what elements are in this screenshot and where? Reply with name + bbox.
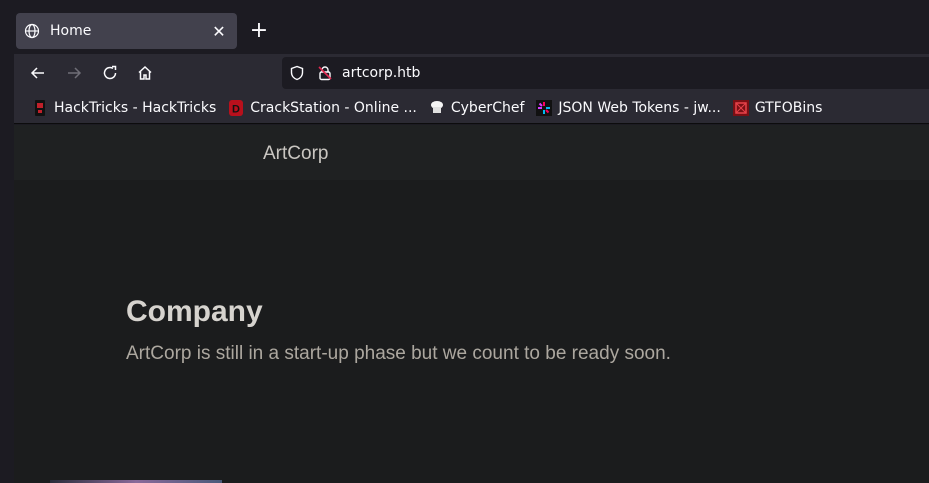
tab-home[interactable]: Home ✕ bbox=[16, 13, 237, 49]
bookmark-cyberchef[interactable]: CyberChef bbox=[423, 96, 531, 120]
nav-bar: artcorp.htb bbox=[14, 54, 929, 92]
home-icon bbox=[138, 65, 152, 80]
site-header: ArtCorp bbox=[14, 125, 929, 180]
gtfobins-icon bbox=[732, 99, 749, 116]
bookmark-jwt[interactable]: JSON Web Tokens - jw... bbox=[530, 96, 726, 120]
close-icon[interactable]: ✕ bbox=[207, 19, 231, 43]
bookmark-label: HackTricks - HackTricks bbox=[54, 99, 217, 116]
arrow-right-icon bbox=[68, 67, 82, 79]
bookmark-label: JSON Web Tokens - jw... bbox=[558, 99, 721, 116]
bookmark-label: GTFOBins bbox=[754, 99, 823, 116]
bookmarks-toolbar: HackTricks - HackTricks D CrackStation -… bbox=[14, 92, 929, 124]
bookmark-gtfobins[interactable]: GTFOBins bbox=[727, 96, 829, 120]
crackstation-icon: D bbox=[228, 99, 244, 116]
svg-text:D: D bbox=[232, 103, 240, 115]
tab-title: Home bbox=[50, 23, 92, 39]
arrow-left-icon bbox=[30, 67, 44, 79]
tab-bar: Home ✕ + bbox=[14, 8, 929, 54]
bookmark-hacktricks[interactable]: HackTricks - HackTricks bbox=[26, 96, 222, 120]
cyberchef-icon bbox=[429, 100, 445, 116]
bookmark-label: CyberChef bbox=[450, 99, 525, 116]
window-edge bbox=[0, 0, 14, 483]
reload-icon bbox=[103, 65, 117, 80]
web-page: ArtCorp Company ArtCorp is still in a st… bbox=[14, 125, 929, 483]
back-button[interactable] bbox=[24, 59, 52, 87]
jwt-icon bbox=[536, 99, 553, 116]
home-button[interactable] bbox=[131, 59, 159, 87]
bookmark-label: CrackStation - Online ... bbox=[250, 99, 417, 116]
reload-button[interactable] bbox=[96, 59, 124, 87]
insecure-lock-icon[interactable] bbox=[316, 64, 334, 82]
bookmark-crackstation[interactable]: D CrackStation - Online ... bbox=[222, 96, 423, 120]
site-brand-link[interactable]: ArtCorp bbox=[263, 143, 328, 165]
new-tab-button[interactable]: + bbox=[246, 18, 272, 44]
url-bar[interactable]: artcorp.htb bbox=[282, 57, 929, 89]
page-headline: Company bbox=[126, 295, 263, 328]
shield-icon[interactable] bbox=[288, 64, 306, 82]
globe-icon bbox=[24, 23, 40, 39]
page-lead-text: ArtCorp is still in a start-up phase but… bbox=[126, 343, 671, 364]
forward-button[interactable] bbox=[60, 59, 88, 87]
url-text[interactable]: artcorp.htb bbox=[342, 65, 420, 81]
hacktricks-icon bbox=[32, 99, 48, 116]
